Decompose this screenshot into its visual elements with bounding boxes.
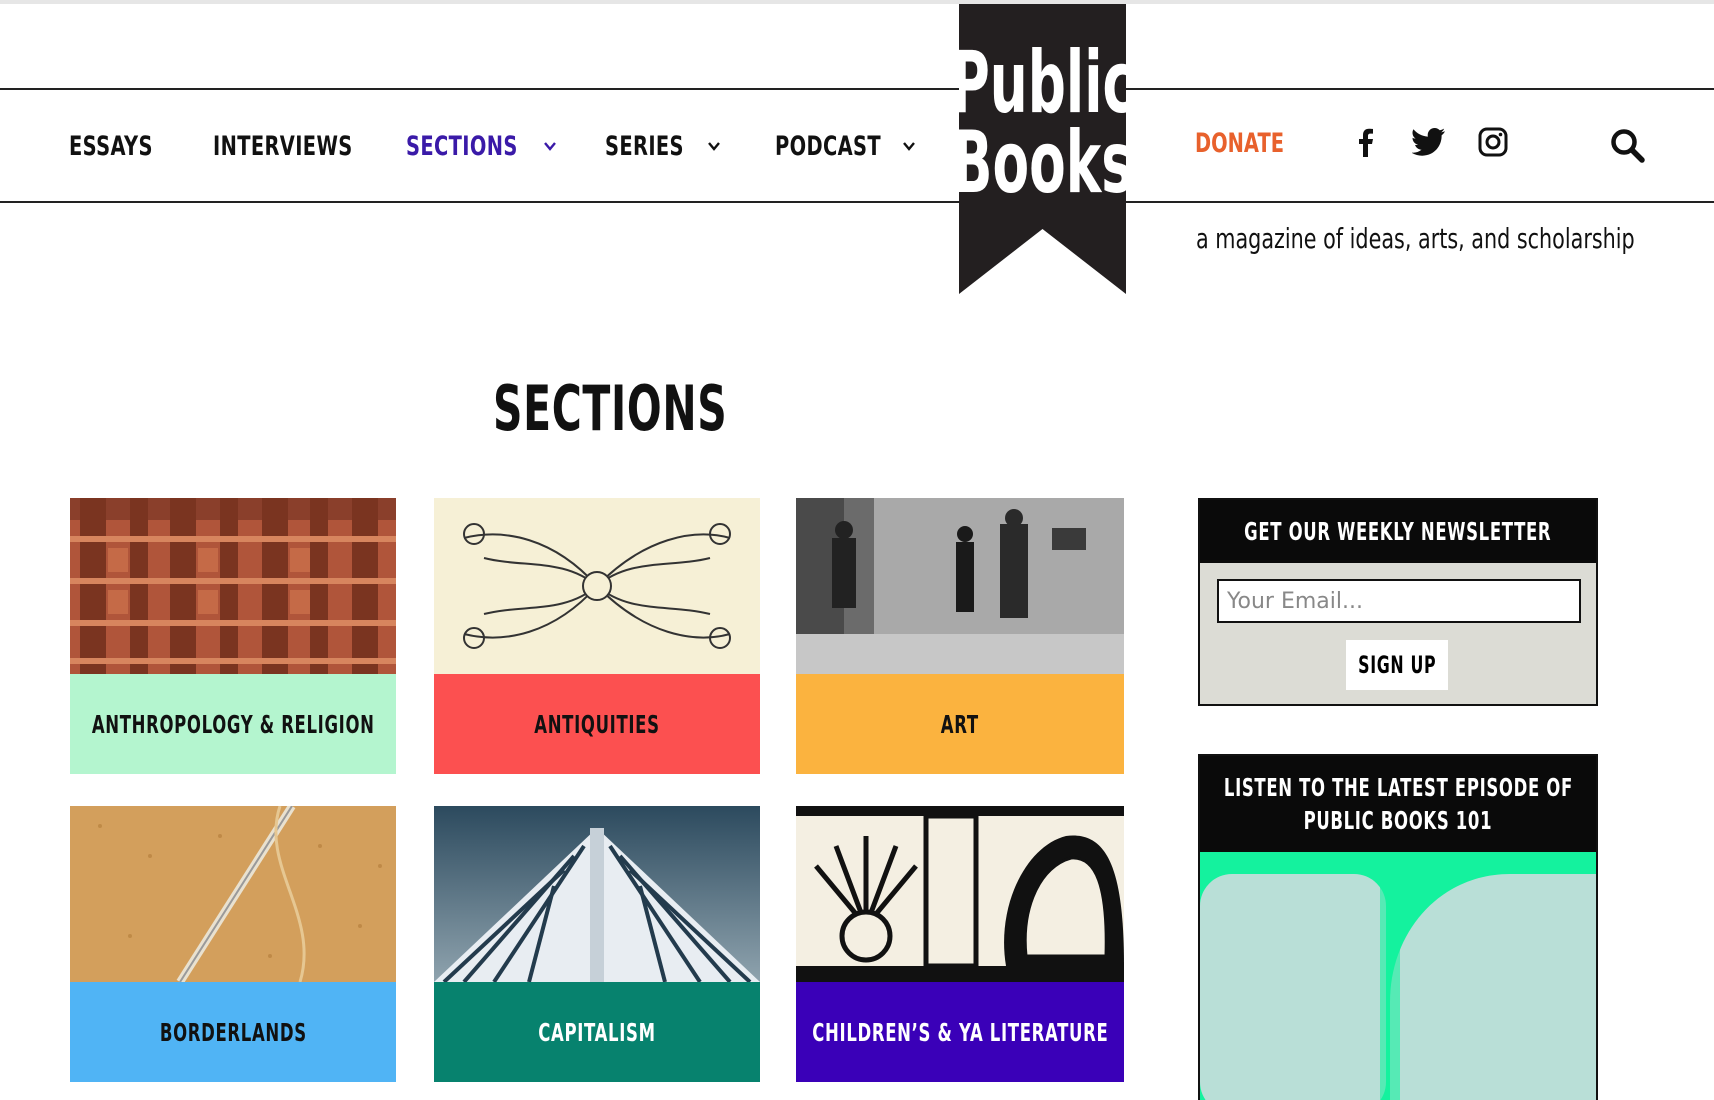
chevron-down-icon [707,142,720,151]
nav-sections-label: SECTIONS [406,130,518,162]
twitter-icon [1412,128,1445,156]
public-books-logo[interactable]: Public Books [951,4,1134,294]
section-label: ART [941,709,979,739]
podcast-artwork [1200,852,1596,1100]
newsletter-signup: GET OUR WEEKLY NEWSLETTER SIGN UP [1198,498,1598,706]
facebook-link[interactable] [1348,125,1382,159]
sign-up-label: SIGN UP [1357,651,1437,679]
nav-sections[interactable]: SECTIONS [406,128,557,164]
section-card-antiquities[interactable]: ANTIQUITIES [434,498,760,774]
section-image [434,498,760,674]
gallery-visitors-image [796,498,1124,674]
section-card-anthropology-religion[interactable]: ANTHROPOLOGY & RELIGION [70,498,396,774]
donate-link[interactable]: DONATE [1195,128,1284,159]
nav-interviews[interactable]: INTERVIEWS [213,128,407,164]
logo-ribbon: Public Books [951,4,1134,294]
nav-series[interactable]: SERIES [605,128,721,164]
section-band: ART [796,674,1124,774]
instagram-link[interactable] [1476,125,1510,159]
podcast-cover-image [1200,852,1596,1100]
email-field[interactable] [1217,579,1581,623]
newsletter-header: GET OUR WEEKLY NEWSLETTER [1200,500,1596,563]
section-label: ANTHROPOLOGY & RELIGION [91,709,375,739]
search-button[interactable] [1610,128,1650,168]
section-label: CHILDREN’S & YA LITERATURE [811,1017,1109,1047]
instagram-icon [1478,127,1508,157]
site-tagline: a magazine of ideas, arts, and scholarsh… [1196,222,1635,255]
nav-podcast[interactable]: PODCAST [775,128,916,164]
section-card-capitalism[interactable]: CAPITALISM [434,806,760,1082]
section-band: ANTHROPOLOGY & RELIGION [70,674,396,774]
nav-series-label: SERIES [605,130,684,162]
section-label: CAPITALISM [538,1017,656,1047]
chevron-down-icon [544,142,557,151]
podcast-title-line1: LISTEN TO THE LATEST EPISODE OF [1223,773,1573,802]
top-border [0,0,1714,4]
nav-podcast-label: PODCAST [775,130,882,162]
section-image [796,806,1124,982]
section-band: CHILDREN’S & YA LITERATURE [796,982,1124,1082]
podcast-header: LISTEN TO THE LATEST EPISODE OF PUBLIC B… [1200,756,1596,852]
section-band: CAPITALISM [434,982,760,1082]
woodcut-illustration-image [796,806,1124,982]
newsletter-title: GET OUR WEEKLY NEWSLETTER [1244,517,1552,546]
section-image [70,806,396,982]
skyscraper-image [434,806,760,982]
facebook-icon [1359,128,1373,157]
section-band: BORDERLANDS [70,982,396,1082]
sign-up-button[interactable]: SIGN UP [1346,640,1448,690]
twitter-link[interactable] [1412,125,1446,159]
logo-line2: Books [959,113,1126,213]
carved-stone-tower-image [70,498,396,674]
main-nav: ESSAYS INTERVIEWS SECTIONS SERIES PODCAS… [0,90,960,201]
section-image [70,498,396,674]
chevron-down-icon [903,142,916,151]
section-band: ANTIQUITIES [434,674,760,774]
podcast-title-line2: PUBLIC BOOKS 101 [1303,806,1493,835]
page-title: SECTIONS [493,372,728,445]
section-image [434,806,760,982]
art-nouveau-illustration-image [434,498,760,674]
desert-road-image [70,806,396,982]
section-label: BORDERLANDS [159,1017,307,1047]
nav-essays[interactable]: ESSAYS [69,128,185,164]
nav-essays-label: ESSAYS [69,130,153,162]
section-image [796,498,1124,674]
section-label: ANTIQUITIES [534,709,660,739]
search-icon [1611,129,1645,163]
section-card-borderlands[interactable]: BORDERLANDS [70,806,396,1082]
podcast-promo[interactable]: LISTEN TO THE LATEST EPISODE OF PUBLIC B… [1198,754,1598,1100]
section-card-childrens-ya-literature[interactable]: CHILDREN’S & YA LITERATURE [796,806,1124,1082]
section-card-art[interactable]: ART [796,498,1124,774]
nav-interviews-label: INTERVIEWS [213,130,353,162]
header-rule-bottom [0,201,1714,203]
